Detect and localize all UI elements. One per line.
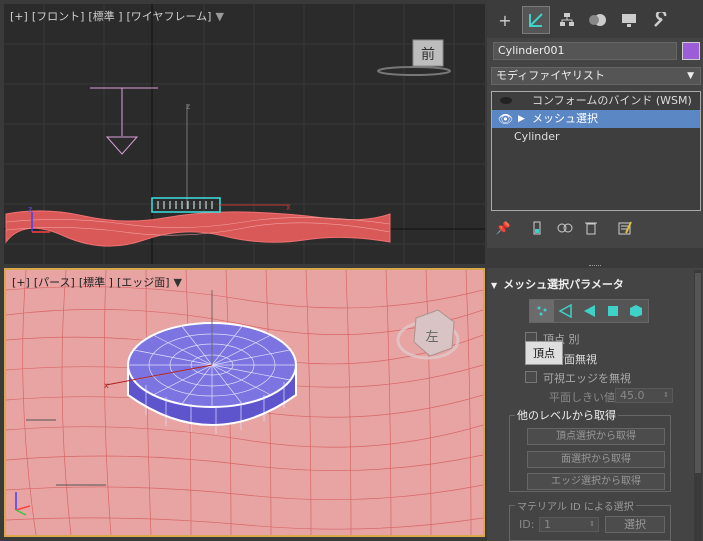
deformed-surface [5, 210, 391, 247]
object-color-swatch[interactable] [682, 42, 700, 60]
filter-icon[interactable]: ▼ [215, 10, 223, 23]
persp-menu-view[interactable]: [パース] [34, 276, 75, 289]
persp-viewport-label[interactable]: [+] [パース] [標準 ] [エッジ面] ▼ [12, 274, 186, 290]
svg-text:z: z [28, 205, 32, 214]
viewport-area: z x z [+] [フロント] [標準] [ワイヤフレーム] ▼ 前 x [… [0, 0, 487, 541]
display-icon[interactable] [615, 6, 643, 34]
front-viewport[interactable]: z x z [+] [フロント] [標準] [ワイヤフレーム] ▼ 前 [4, 4, 485, 264]
svg-text:x: x [104, 381, 109, 390]
planar-threshold-spinner[interactable]: 45.0 ⇕ [615, 388, 673, 403]
svg-text:x: x [286, 203, 291, 212]
select-by-id-button[interactable]: 選択 [605, 516, 665, 533]
stack-item-label: メッシュ選択 [532, 112, 598, 125]
ignore-visible-edges-label: 可視エッジを無視 [543, 372, 631, 385]
spinner-arrows-icon[interactable]: ⇕ [663, 389, 669, 402]
modify-icon[interactable] [522, 6, 550, 34]
vp-menu-plus[interactable]: [+] [10, 10, 28, 23]
select-by-material-title: マテリアル ID による選択 [515, 498, 636, 513]
persp-scene: x [6, 270, 483, 535]
show-end-result-icon[interactable] [527, 218, 547, 238]
motion-icon[interactable] [584, 6, 612, 34]
modifier-list-dropdown[interactable]: モディファイヤリスト ▼ [491, 67, 701, 85]
cylinder-front-box [151, 197, 221, 213]
vertex-level-icon[interactable] [530, 300, 554, 322]
material-id-label: ID: [519, 518, 535, 531]
front-viewport-label[interactable]: [+] [フロント] [標準 ] [ワイヤフレーム] ▼ [10, 8, 228, 24]
material-id-value: 1 [544, 518, 551, 531]
target-light-gizmo [90, 87, 158, 155]
svg-text:z: z [186, 102, 190, 111]
get-face-selection-button[interactable]: 面選択から取得 [527, 451, 665, 468]
get-vertex-selection-button[interactable]: 頂点選択から取得 [527, 428, 665, 445]
planar-threshold-value: 45.0 [620, 389, 645, 402]
ignore-visible-edges-checkbox[interactable] [525, 371, 537, 383]
vp-menu-shading[interactable]: [ワイヤフレーム] [127, 10, 212, 23]
make-unique-icon[interactable] [555, 218, 575, 238]
spinner-arrows-icon[interactable]: ⇕ [589, 518, 595, 531]
trash-icon[interactable] [581, 218, 601, 238]
filter-icon[interactable]: ▼ [174, 276, 182, 289]
panel-divider[interactable] [487, 248, 703, 268]
get-edge-selection-button[interactable]: エッジ選択から取得 [527, 473, 665, 490]
utilities-icon[interactable] [646, 6, 674, 34]
rollout-title-text: メッシュ選択パラメータ [503, 278, 624, 291]
modifier-stack[interactable]: コンフォームのバインド (WSM) 👁 ▶ メッシュ選択 Cylinder [491, 91, 701, 211]
object-name-field[interactable]: Cylinder001 [493, 42, 677, 60]
stack-toolbar: 📌 [491, 218, 701, 240]
scrollbar-thumb[interactable] [695, 273, 701, 473]
face-level-icon[interactable] [577, 300, 601, 322]
expand-arrow-icon[interactable]: ▶ [518, 110, 525, 128]
vp-menu-view[interactable]: [フロント] [32, 10, 85, 23]
command-panel: + Cylinder001 モディファイヤリスト ▼ コンフォームのバインド (… [487, 0, 703, 541]
stack-item-cylinder[interactable]: Cylinder [492, 128, 700, 146]
persp-menu-shading[interactable]: [エッジ面] [117, 276, 170, 289]
panel-scrollbar[interactable] [694, 270, 702, 541]
stack-item-label: コンフォームのバインド (WSM) [532, 94, 692, 107]
axis-tripod-persp [15, 492, 31, 516]
material-id-spinner[interactable]: 1 ⇕ [539, 517, 599, 532]
rollout-title[interactable]: ▼ メッシュ選択パラメータ [491, 276, 624, 292]
perspective-viewport[interactable]: x [+] [パース] [標準 ] [エッジ面] ▼ 左 [4, 268, 485, 537]
modifier-list-label: モディファイヤリスト [496, 69, 605, 82]
stack-item-conform-bind[interactable]: コンフォームのバインド (WSM) [492, 92, 700, 110]
chevron-down-icon: ▼ [687, 71, 694, 81]
vp-menu-shading-std[interactable]: [標準 ] [88, 10, 122, 23]
persp-menu-plus[interactable]: [+] [12, 276, 30, 289]
vertex-tooltip: 頂点 [525, 341, 563, 365]
command-tabs: + [487, 0, 703, 38]
eye-off-icon[interactable] [500, 97, 512, 104]
persp-menu-shading-std[interactable]: [標準 ] [79, 276, 113, 289]
hierarchy-icon[interactable] [553, 6, 581, 34]
get-from-other-levels-title: 他のレベルから取得 [515, 407, 618, 423]
stack-item-mesh-select[interactable]: 👁 ▶ メッシュ選択 [492, 110, 700, 128]
eye-icon[interactable]: 👁 [498, 110, 513, 128]
collapse-arrow-icon: ▼ [491, 281, 498, 290]
pin-stack-icon[interactable]: 📌 [493, 218, 513, 238]
viewcube-persp-label[interactable]: 左 [420, 326, 444, 345]
front-grid: z x z [4, 4, 485, 264]
subobject-level-buttons [529, 299, 649, 323]
planar-threshold-label: 平面しきい値: [549, 391, 619, 404]
configure-sets-icon[interactable] [615, 218, 635, 238]
element-level-icon[interactable] [624, 300, 648, 322]
viewcube-front-label[interactable]: 前 [413, 44, 443, 64]
stack-item-label: Cylinder [514, 130, 560, 143]
create-icon[interactable]: + [491, 6, 519, 34]
edge-level-icon[interactable] [554, 300, 578, 322]
mesh-select-rollout: ▼ メッシュ選択パラメータ 頂点 別 背面無視 可視エッジを無視 平面しきい値:… [491, 272, 679, 541]
polygon-level-icon[interactable] [601, 300, 625, 322]
